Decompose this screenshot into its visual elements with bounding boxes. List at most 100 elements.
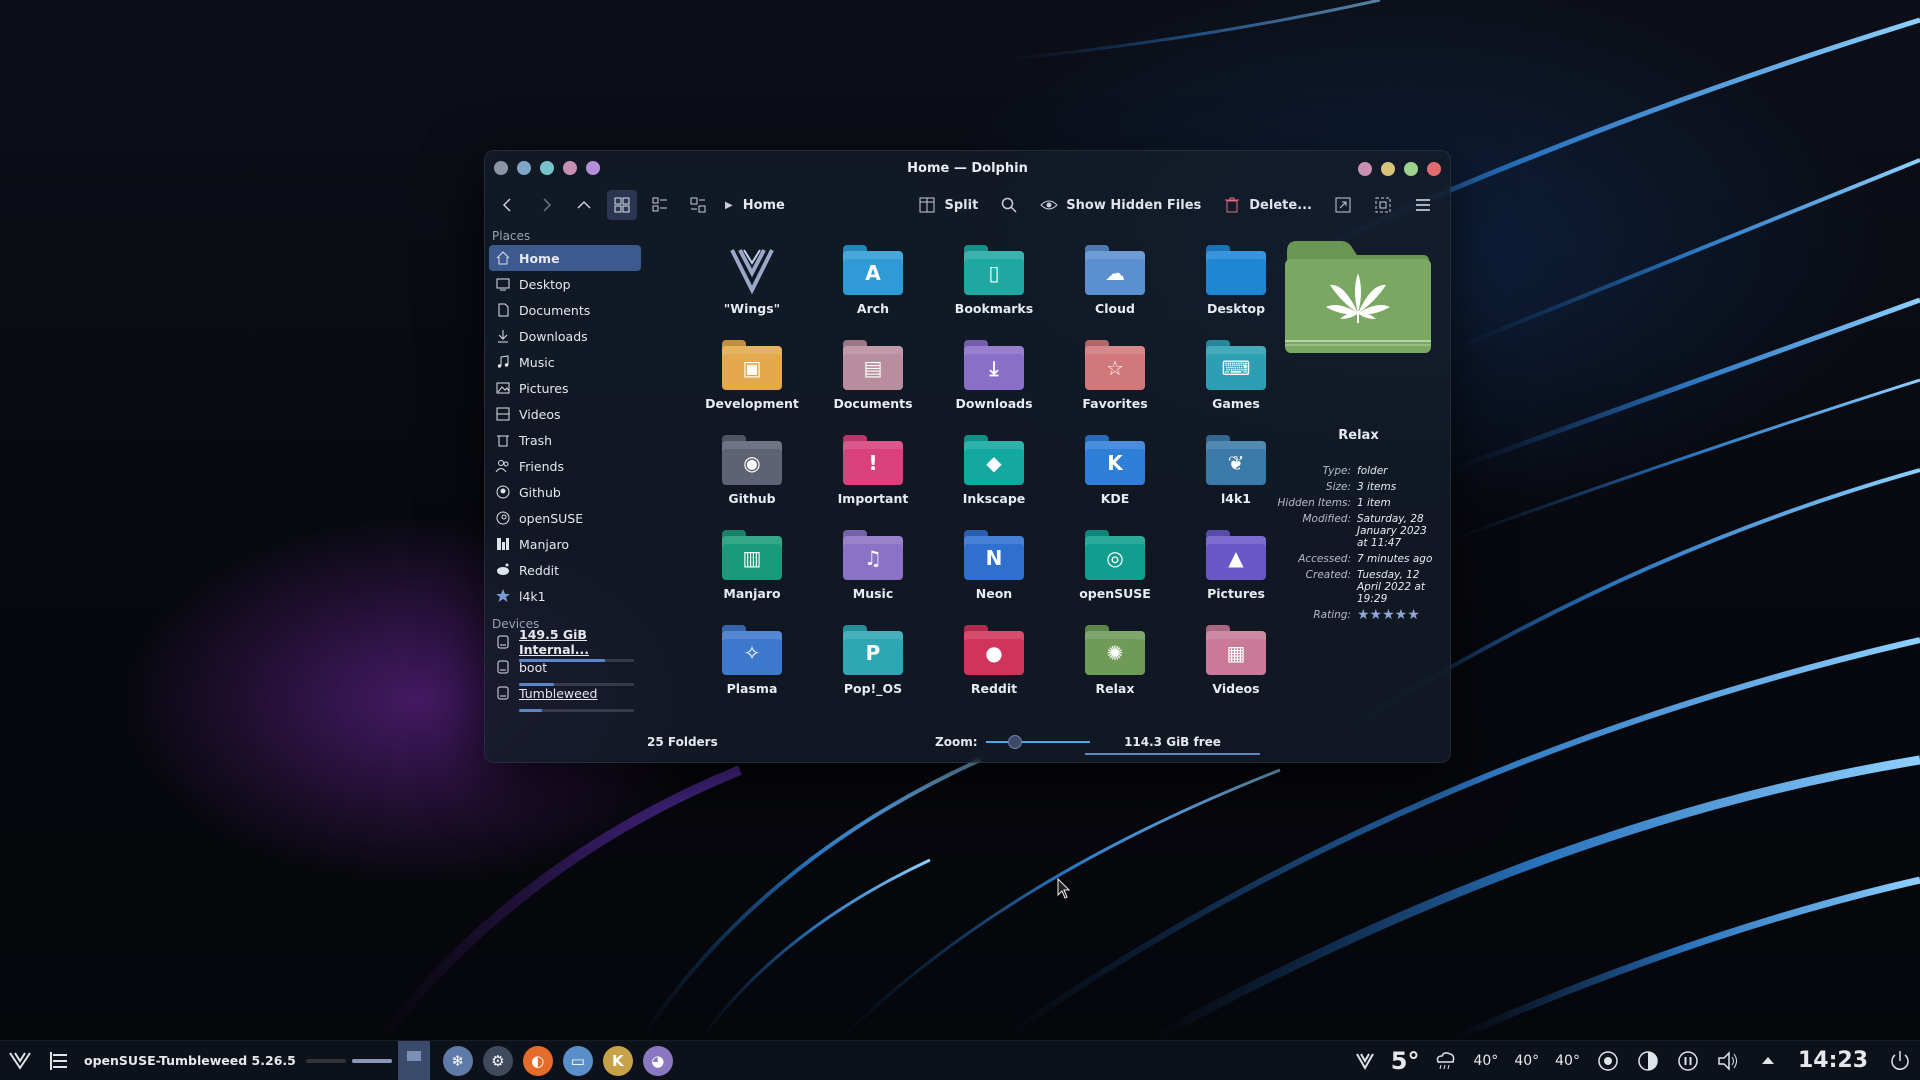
sidebar-item-friends[interactable]: Friends: [489, 453, 641, 479]
wings-logo-icon: [1355, 1053, 1374, 1070]
record-tray-button[interactable]: [1588, 1041, 1628, 1080]
application-launcher-button[interactable]: [0, 1041, 40, 1080]
folder-item[interactable]: ! Important: [818, 435, 928, 525]
record-icon: [1598, 1050, 1618, 1071]
breadcrumb-home[interactable]: Home: [743, 198, 785, 213]
power-button[interactable]: [1880, 1041, 1920, 1080]
folder-item[interactable]: N Neon: [939, 530, 1049, 620]
folder-item[interactable]: ▯ Bookmarks: [939, 245, 1049, 335]
zoom-slider[interactable]: [985, 735, 1090, 749]
folder-item[interactable]: ▣ Development: [697, 340, 807, 430]
details-view-button[interactable]: [683, 190, 713, 220]
up-button[interactable]: [569, 190, 599, 220]
metadata-row: Hidden Items: 1 item: [1265, 497, 1450, 509]
device-item[interactable]: boot: [489, 659, 641, 686]
sidebar-item-videos[interactable]: Videos: [489, 401, 641, 427]
help-button[interactable]: [1358, 162, 1372, 176]
sidebar-item-trash[interactable]: Trash: [489, 427, 641, 453]
dolphin-launcher[interactable]: ▭: [558, 1041, 598, 1080]
dolphin-icon: ▭: [562, 1045, 593, 1076]
icons-view-button[interactable]: [607, 190, 637, 220]
sensor-temp-1[interactable]: 40°: [1473, 1053, 1498, 1069]
device-item[interactable]: 149.5 GiB Internal...: [489, 627, 641, 662]
window-list-icon: [50, 1051, 67, 1070]
folder-item[interactable]: ◆ Inkscape: [939, 435, 1049, 525]
folder-item[interactable]: ● Reddit: [939, 625, 1049, 715]
folder-item[interactable]: K KDE: [1060, 435, 1170, 525]
compact-view-button[interactable]: [645, 190, 675, 220]
folder-item[interactable]: A Arch: [818, 245, 928, 335]
folder-item[interactable]: ◉ Github: [697, 435, 807, 525]
folder-item[interactable]: "Wings": [697, 245, 807, 335]
reddit-icon: [497, 563, 509, 575]
folder-item[interactable]: ☁ Cloud: [1060, 245, 1170, 335]
sidebar-item-music[interactable]: Music: [489, 349, 641, 375]
night-color-tray-button[interactable]: [1628, 1041, 1668, 1080]
device-usage-bar: [519, 709, 634, 712]
pager-desktop[interactable]: [397, 1040, 430, 1080]
sidebar-item-reddit[interactable]: Reddit: [489, 557, 641, 583]
minimize-button[interactable]: [1381, 162, 1395, 176]
window-menu-button[interactable]: [494, 161, 508, 175]
folder-name: Arch: [856, 301, 890, 316]
task-manager-icon-button[interactable]: [40, 1041, 80, 1080]
titlebar[interactable]: Home — Dolphin: [485, 151, 1450, 185]
settings-app-launcher[interactable]: ⚙: [478, 1041, 518, 1080]
keep-below-button[interactable]: [563, 161, 577, 175]
on-all-desktops-button[interactable]: [517, 161, 531, 175]
sidebar-item-downloads[interactable]: Downloads: [489, 323, 641, 349]
weather-temperature[interactable]: 5°: [1391, 1047, 1420, 1075]
folder-item[interactable]: ▥ Manjaro: [697, 530, 807, 620]
folder-item[interactable]: ☆ Favorites: [1060, 340, 1170, 430]
sidebar-item-manjaro[interactable]: Manjaro: [489, 531, 641, 557]
folder-item[interactable]: ✧ Plasma: [697, 625, 807, 715]
firefox-launcher[interactable]: ◐: [518, 1041, 558, 1080]
show-hidden-tray-button[interactable]: [1748, 1041, 1788, 1080]
delete-button[interactable]: Delete...: [1213, 190, 1322, 220]
search-button[interactable]: [990, 190, 1028, 220]
weather-button[interactable]: [1425, 1041, 1465, 1080]
select-button[interactable]: [1364, 190, 1402, 220]
digital-clock[interactable]: 14:23: [1798, 1048, 1868, 1073]
zoom-slider-handle[interactable]: [1008, 735, 1022, 749]
metadata-value: Tuesday, 12 April 2022 at 19:29: [1357, 569, 1425, 605]
sidebar-item-documents[interactable]: Documents: [489, 297, 641, 323]
folder-item[interactable]: ✺ Relax: [1060, 625, 1170, 715]
forward-button[interactable]: [531, 190, 561, 220]
folder-item[interactable]: P Pop!_OS: [818, 625, 928, 715]
media-tray-button[interactable]: [1668, 1041, 1708, 1080]
split-button[interactable]: Split: [908, 190, 988, 220]
show-hidden-files-button[interactable]: Show Hidden Files: [1030, 190, 1211, 220]
sidebar-item-opensuse[interactable]: openSUSE: [489, 505, 641, 531]
fullscreen-button[interactable]: [1324, 190, 1362, 220]
free-space-label[interactable]: 114.3 GiB free: [1085, 735, 1260, 749]
sidebar-item-pictures[interactable]: Pictures: [489, 375, 641, 401]
snow-app-launcher[interactable]: ❄: [438, 1041, 478, 1080]
close-button[interactable]: [1427, 162, 1441, 176]
folder-icon: ●: [964, 625, 1024, 675]
keep-above-button[interactable]: [540, 161, 554, 175]
volume-tray-button[interactable]: [1708, 1041, 1748, 1080]
maximize-button[interactable]: [1404, 162, 1418, 176]
rating-stars[interactable]: ★★★★★: [1357, 608, 1437, 622]
folder-item[interactable]: ▤ Documents: [818, 340, 928, 430]
wings-tray-icon[interactable]: [1345, 1041, 1385, 1080]
device-item[interactable]: Tumbleweed: [489, 685, 641, 712]
sidebar-item-home[interactable]: Home: [489, 245, 641, 271]
breadcrumb-arrow-icon[interactable]: ▶: [725, 200, 733, 211]
sensor-temp-3[interactable]: 40°: [1555, 1053, 1580, 1069]
hamburger-menu-button[interactable]: [1404, 190, 1442, 220]
folder-item[interactable]: ♫ Music: [818, 530, 928, 620]
back-button[interactable]: [493, 190, 523, 220]
folder-icon: ▯: [964, 245, 1024, 295]
sidebar-item-github[interactable]: Github: [489, 479, 641, 505]
color-app-launcher[interactable]: ◕: [638, 1041, 678, 1080]
sidebar-item-l4k1[interactable]: l4k1: [489, 583, 641, 609]
sensor-temp-2[interactable]: 40°: [1514, 1053, 1539, 1069]
shade-button[interactable]: [586, 161, 600, 175]
document-icon: [498, 303, 509, 317]
sidebar-item-desktop[interactable]: Desktop: [489, 271, 641, 297]
kate-launcher[interactable]: K: [598, 1041, 638, 1080]
folder-item[interactable]: ◎ openSUSE: [1060, 530, 1170, 620]
folder-item[interactable]: ⤓ Downloads: [939, 340, 1049, 430]
